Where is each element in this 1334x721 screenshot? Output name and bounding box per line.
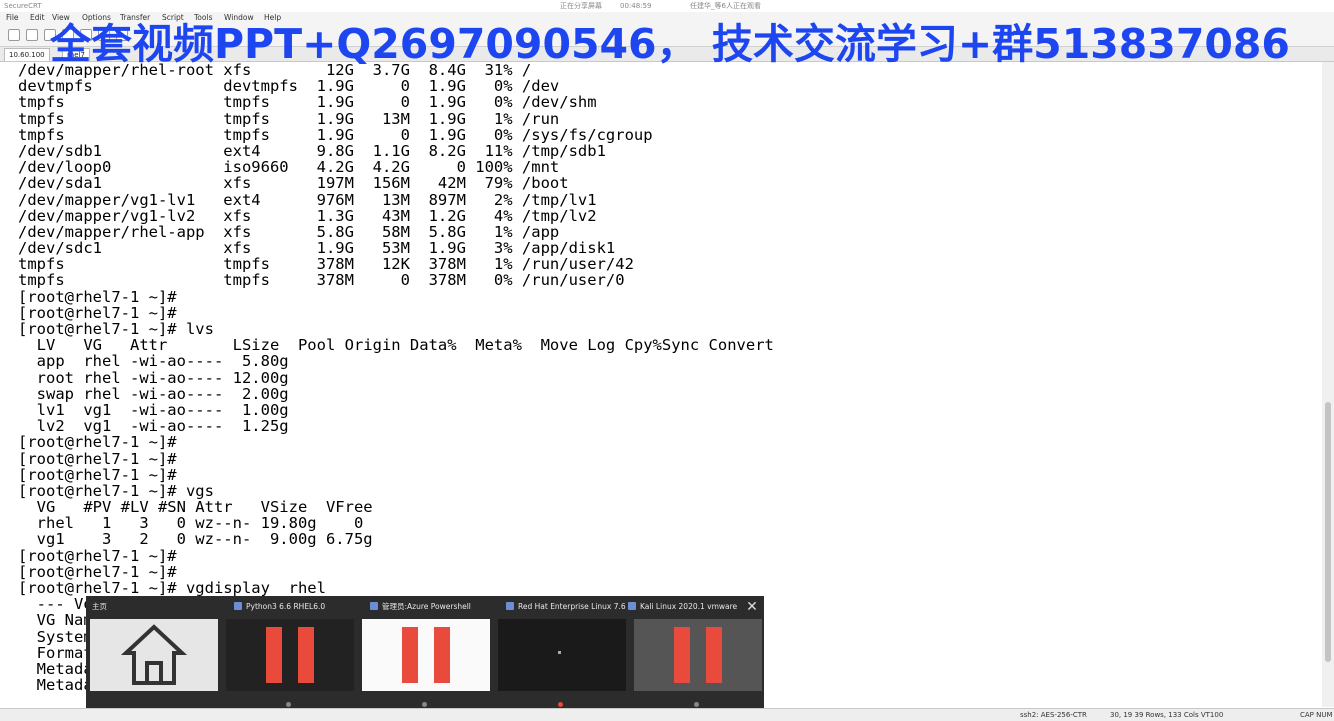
menu-file[interactable]: File [6, 12, 19, 24]
terminal-line: tmpfs tmpfs 1.9G 0 1.9G 0% /sys/fs/cgrou… [18, 125, 653, 144]
viewer-notice: 任建华_等6人正在观看 [690, 2, 761, 10]
preview-card-home[interactable]: 主页 [86, 596, 222, 720]
status-position: 30, 19 39 Rows, 133 Cols VT100 [1110, 711, 1224, 719]
share-timer: 00:48:59 [620, 2, 652, 10]
taskbar-preview-switcher: 主页 Python3 6.6 RHEL6.0 管理员:Azure Powersh… [86, 596, 764, 720]
terminal-line: [root@rhel7-1 ~]# lvs [18, 320, 214, 338]
pause-icon [634, 619, 762, 691]
status-keys: CAP NUM [1300, 711, 1333, 719]
terminal-line: [root@rhel7-1 ~]# [18, 433, 177, 452]
terminal-line: LV VG Attr LSize Pool Origin Data% Meta%… [18, 336, 774, 355]
terminal-line: [root@rhel7-1 ~]# [18, 287, 177, 306]
terminal-line: vg1 3 2 0 wz--n- 9.00g 6.75g [18, 530, 373, 549]
close-icon[interactable]: ✕ [743, 598, 761, 616]
app-icon [370, 602, 378, 610]
watermark-banner: 全套视频PPT+Q2697090546， 技术交流学习+群513837086 [50, 20, 1290, 68]
tab-session-1[interactable]: 10.60.100 [4, 48, 50, 61]
preview-card-powershell[interactable]: 管理员:Azure Powershell [358, 596, 494, 720]
indicator-dot [422, 702, 427, 707]
indicator-dot [694, 702, 699, 707]
terminal-line: tmpfs tmpfs 378M 0 378M 0% /run/user/0 [18, 271, 625, 290]
terminal-line: /dev/sdb1 ext4 9.8G 1.1G 8.2G 11% /tmp/s… [18, 141, 606, 160]
terminal-line: [root@rhel7-1 ~]# [18, 449, 177, 468]
terminal-line: tmpfs tmpfs 1.9G 13M 1.9G 1% /run [18, 109, 560, 128]
menu-edit[interactable]: Edit [30, 12, 45, 24]
terminal-line: swap rhel -wi-ao---- 2.00g [18, 384, 289, 403]
indicator-dot [558, 702, 563, 707]
pause-icon [226, 619, 354, 691]
terminal-line: devtmpfs devtmpfs 1.9G 0 1.9G 0% /dev [18, 77, 560, 96]
app-icon [506, 602, 514, 610]
preview-label: Red Hat Enterprise Linux 7.6 [518, 602, 626, 611]
preview-card-rhel[interactable]: Red Hat Enterprise Linux 7.6 [494, 596, 630, 720]
terminal-line: [root@rhel7-1 ~]# [18, 465, 177, 484]
terminal-line: [root@rhel7-1 ~]# [18, 303, 177, 322]
preview-label: 主页 [92, 602, 107, 611]
terminal-line: [root@rhel7-1 ~]# vgdisplay rhel [18, 579, 326, 597]
preview-label: Kali Linux 2020.1 vmware [640, 602, 738, 611]
terminal-line: root rhel -wi-ao---- 12.00g [18, 368, 289, 387]
terminal-line: /dev/loop0 iso9660 4.2G 4.2G 0 100% /mnt [18, 158, 560, 177]
home-icon [90, 619, 218, 691]
preview-label: 管理员:Azure Powershell [382, 602, 471, 611]
terminal-line: app rhel -wi-ao---- 5.80g [18, 352, 289, 371]
terminal-line: /dev/sdc1 xfs 1.9G 53M 1.9G 3% /app/disk… [18, 239, 616, 258]
connect-icon[interactable] [8, 29, 20, 41]
app-icon [628, 602, 636, 610]
terminal-line: /dev/mapper/vg1-lv2 xfs 1.3G 43M 1.2G 4%… [18, 206, 597, 225]
window-title: SecureCRT [4, 2, 42, 10]
quick-connect-icon[interactable] [26, 29, 38, 41]
terminal-icon [498, 619, 626, 691]
terminal-line: [root@rhel7-1 ~]# vgs [18, 481, 214, 500]
status-bar: ssh2: AES-256-CTR 30, 19 39 Rows, 133 Co… [0, 708, 1334, 721]
terminal-line: VG #PV #LV #SN Attr VSize VFree [18, 498, 373, 517]
terminal-line: tmpfs tmpfs 1.9G 0 1.9G 0% /dev/shm [18, 93, 597, 112]
indicator-dot [286, 702, 291, 707]
share-status: 正在分享屏幕 [560, 2, 602, 10]
terminal-line: /dev/mapper/rhel-app xfs 5.8G 58M 5.8G 1… [18, 222, 560, 241]
terminal-line: lv2 vg1 -wi-ao---- 1.25g [18, 417, 289, 436]
app-icon [234, 602, 242, 610]
terminal-line: rhel 1 3 0 wz--n- 19.80g 0 [18, 514, 364, 533]
pause-icon [362, 619, 490, 691]
scrollbar-thumb[interactable] [1325, 402, 1331, 662]
terminal-line: [root@rhel7-1 ~]# [18, 546, 177, 565]
preview-label: Python3 6.6 RHEL6.0 [246, 602, 326, 611]
terminal-line: /dev/mapper/vg1-lv1 ext4 976M 13M 897M 2… [18, 190, 597, 209]
terminal-line: /dev/sda1 xfs 197M 156M 42M 79% /boot [18, 174, 569, 193]
status-cipher: ssh2: AES-256-CTR [1020, 711, 1087, 719]
terminal-line: tmpfs tmpfs 378M 12K 378M 1% /run/user/4… [18, 255, 634, 274]
terminal-scrollbar[interactable] [1322, 62, 1334, 707]
terminal-line: [root@rhel7-1 ~]# [18, 562, 177, 581]
terminal-line: lv1 vg1 -wi-ao---- 1.00g [18, 400, 289, 419]
preview-card-python[interactable]: Python3 6.6 RHEL6.0 [222, 596, 358, 720]
